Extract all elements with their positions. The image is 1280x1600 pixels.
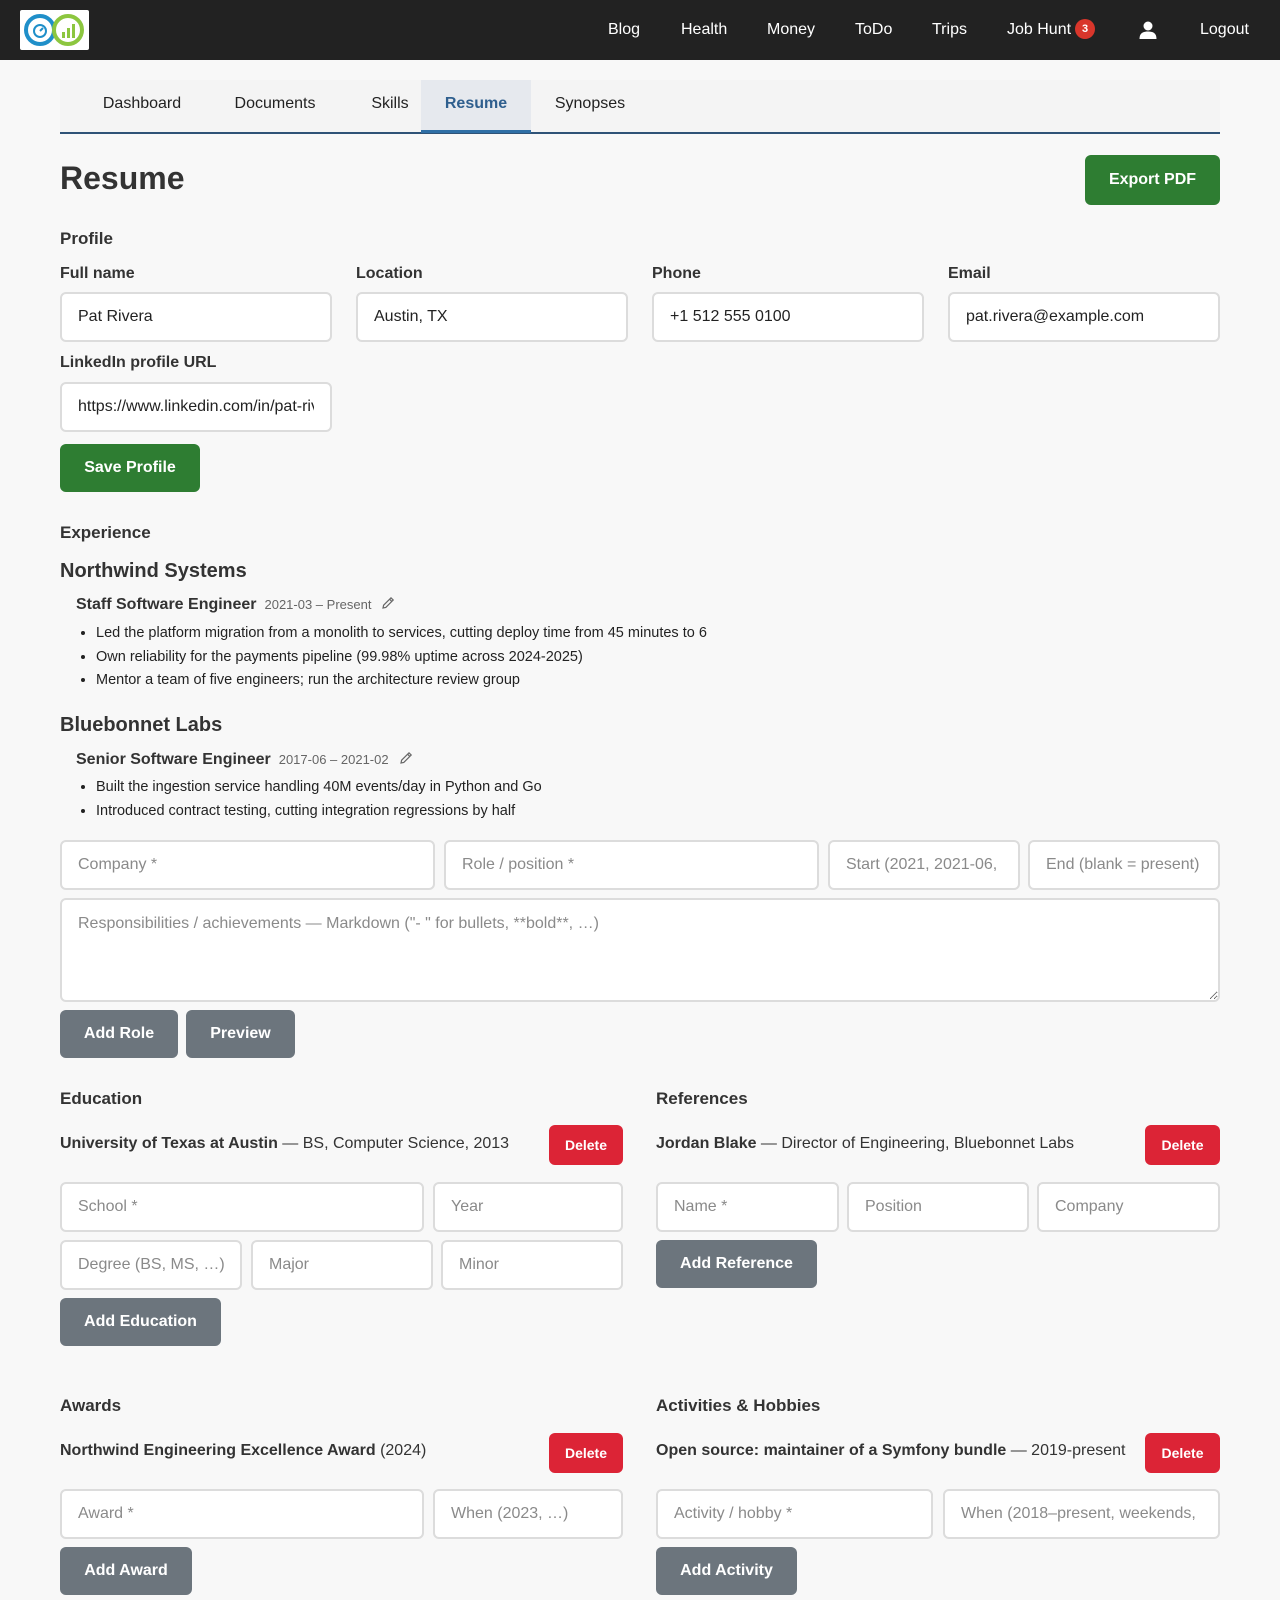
degree-input[interactable] xyxy=(60,1240,242,1290)
nav-link-blog[interactable]: Blog xyxy=(608,0,640,60)
awards-section-title: Awards xyxy=(60,1396,122,1415)
job-hunt-count-badge: 3 xyxy=(1075,18,1096,39)
award-input[interactable] xyxy=(60,1489,424,1539)
activity-when-input[interactable] xyxy=(943,1489,1220,1539)
tab-skills[interactable]: Skills xyxy=(350,80,430,132)
end-date-input[interactable] xyxy=(1028,840,1220,890)
activities-section-title: Activities & Hobbies xyxy=(656,1396,821,1415)
role-line: Senior Software Engineer 2017-06 – 2021-0… xyxy=(76,751,413,769)
reference-name-input[interactable] xyxy=(656,1182,839,1232)
activity-entry: Open source: maintainer of a Symfony bun… xyxy=(656,1442,1125,1460)
role-bullets: Led the platform migration from a monoli… xyxy=(78,622,707,693)
add-activity-button[interactable]: Add Activity xyxy=(656,1547,797,1595)
preview-button[interactable]: Preview xyxy=(186,1010,295,1058)
role-bullets: Built the ingestion service handling 40M… xyxy=(78,776,542,823)
top-navbar: Blog Health Money ToDo Trips Job Hunt 3 L… xyxy=(0,0,1280,60)
role-title: Senior Software Engineer xyxy=(76,751,271,768)
export-pdf-button[interactable]: Export PDF xyxy=(1085,155,1220,205)
nav-link-job-hunt-label: Job Hunt xyxy=(1007,21,1072,38)
role-title: Staff Software Engineer xyxy=(76,596,257,613)
role-dates: 2017-06 – 2021-02 xyxy=(278,752,389,767)
role-input[interactable] xyxy=(444,840,819,890)
tab-dashboard[interactable]: Dashboard xyxy=(80,80,204,132)
logo-icon[interactable] xyxy=(20,10,89,50)
add-award-button[interactable]: Add Award xyxy=(60,1547,192,1595)
add-role-button[interactable]: Add Role xyxy=(60,1010,178,1058)
add-education-button[interactable]: Add Education xyxy=(60,1298,221,1346)
nav-link-money[interactable]: Money xyxy=(767,0,815,60)
major-input[interactable] xyxy=(251,1240,433,1290)
tab-documents[interactable]: Documents xyxy=(210,80,340,132)
reference-entry: Jordan Blake — Director of Engineering, … xyxy=(656,1135,1074,1153)
email-input[interactable] xyxy=(948,292,1220,342)
education-detail: — BS, Computer Science, 2013 xyxy=(277,1135,510,1152)
list-item: Built the ingestion service handling 40M… xyxy=(96,776,542,800)
responsibilities-textarea[interactable] xyxy=(60,898,1220,1002)
nav-link-trips[interactable]: Trips xyxy=(932,0,967,60)
reference-company-input[interactable] xyxy=(1037,1182,1220,1232)
delete-education-button[interactable]: Delete xyxy=(549,1125,623,1165)
page-title: Resume xyxy=(60,160,185,196)
list-item: Led the platform migration from a monoli… xyxy=(96,622,707,646)
linkedin-input[interactable] xyxy=(60,382,332,432)
reference-position-input[interactable] xyxy=(847,1182,1029,1232)
school-input[interactable] xyxy=(60,1182,424,1232)
reference-detail: — Director of Engineering, Bluebonnet La… xyxy=(756,1135,1075,1152)
delete-activity-button[interactable]: Delete xyxy=(1145,1433,1220,1473)
minor-input[interactable] xyxy=(441,1240,623,1290)
company-name: Northwind Systems xyxy=(60,560,247,582)
full-name-label: Full name xyxy=(60,265,135,282)
role-dates: 2021-03 – Present xyxy=(264,597,372,612)
pencil-icon[interactable] xyxy=(381,596,395,610)
phone-input[interactable] xyxy=(652,292,924,342)
linkedin-label: LinkedIn profile URL xyxy=(60,354,217,371)
profile-section-title: Profile xyxy=(60,229,113,248)
add-reference-button[interactable]: Add Reference xyxy=(656,1240,817,1288)
activity-detail: — 2019-present xyxy=(1006,1442,1126,1459)
email-label: Email xyxy=(948,265,991,282)
phone-label: Phone xyxy=(652,265,701,282)
references-section-title: References xyxy=(656,1089,748,1108)
company-name: Bluebonnet Labs xyxy=(60,714,223,736)
year-input[interactable] xyxy=(433,1182,623,1232)
reference-name: Jordan Blake xyxy=(656,1135,757,1152)
activity-name: Open source: maintainer of a Symfony bun… xyxy=(656,1442,1007,1459)
award-entry: Northwind Engineering Excellence Award (… xyxy=(60,1442,426,1460)
user-icon[interactable] xyxy=(1138,20,1158,40)
award-when-input[interactable] xyxy=(433,1489,623,1539)
logout-link[interactable]: Logout xyxy=(1200,0,1249,60)
tab-synopses[interactable]: Synopses xyxy=(540,80,640,132)
award-name: Northwind Engineering Excellence Award xyxy=(60,1442,376,1459)
full-name-input[interactable] xyxy=(60,292,332,342)
education-section-title: Education xyxy=(60,1089,143,1108)
education-school: University of Texas at Austin xyxy=(60,1135,278,1152)
save-profile-button[interactable]: Save Profile xyxy=(60,444,200,492)
delete-award-button[interactable]: Delete xyxy=(549,1433,623,1473)
delete-reference-button[interactable]: Delete xyxy=(1145,1125,1220,1165)
start-date-input[interactable] xyxy=(828,840,1020,890)
education-entry: University of Texas at Austin — BS, Comp… xyxy=(60,1135,509,1153)
experience-section-title: Experience xyxy=(60,523,151,542)
list-item: Mentor a team of five engineers; run the… xyxy=(96,669,707,693)
pencil-icon[interactable] xyxy=(399,751,413,765)
company-input[interactable] xyxy=(60,840,435,890)
award-detail: (2024) xyxy=(375,1442,427,1459)
role-line: Staff Software Engineer 2021-03 – Present xyxy=(76,596,395,614)
nav-link-health[interactable]: Health xyxy=(681,0,727,60)
location-input[interactable] xyxy=(356,292,628,342)
list-item: Own reliability for the payments pipelin… xyxy=(96,646,707,670)
section-tabs: Dashboard Documents Skills Resume Synops… xyxy=(60,80,1220,134)
nav-link-job-hunt[interactable]: Job Hunt 3 xyxy=(1007,0,1096,60)
tab-resume[interactable]: Resume xyxy=(421,80,531,133)
activity-input[interactable] xyxy=(656,1489,933,1539)
nav-link-todo[interactable]: ToDo xyxy=(855,0,892,60)
list-item: Introduced contract testing, cutting int… xyxy=(96,800,542,824)
location-label: Location xyxy=(356,265,423,282)
